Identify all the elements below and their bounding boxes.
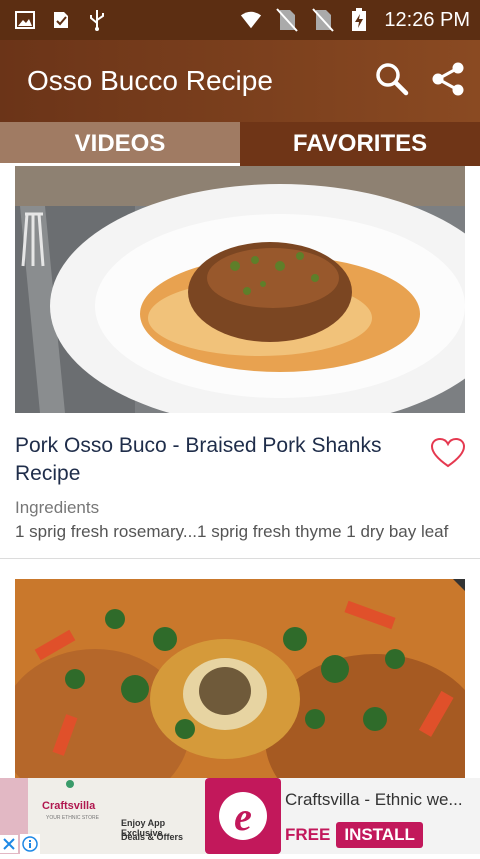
svg-text:e: e (234, 794, 252, 839)
recipe-card-2[interactable] (0, 579, 480, 778)
heart-outline-icon (430, 437, 466, 473)
usb-icon (86, 9, 108, 31)
recipe-ingredients-text: 1 sprig fresh rosemary...1 sprig fresh t… (15, 522, 449, 541)
no-sim-icon-2 (312, 8, 335, 32)
ad-info-icon[interactable] (20, 834, 40, 854)
recipe-ingredients-label: Ingredients (15, 498, 100, 517)
ad-app-icon[interactable]: e (205, 778, 281, 859)
battery-charging-icon (348, 8, 370, 31)
recipe-thumbnail[interactable] (15, 166, 465, 413)
ad-install-button[interactable]: INSTALL (336, 822, 423, 848)
ad-free-label: FREE (285, 825, 331, 844)
recipe-thumbnail-2[interactable] (15, 579, 465, 778)
card-divider (0, 558, 480, 559)
ad-banner[interactable]: Craftsvilla YOUR ETHNIC STORE Enjoy App … (0, 778, 480, 854)
favorite-button[interactable] (425, 432, 466, 473)
search-icon (375, 62, 409, 101)
recipe-card[interactable]: Pork Osso Buco - Braised Pork Shanks Rec… (0, 166, 480, 542)
download-done-icon (50, 9, 72, 31)
share-icon (430, 61, 466, 102)
ad-banner-line-2: Deals & Offers (121, 832, 184, 842)
status-bar: 12:26 PM (0, 0, 480, 40)
recipe-title[interactable]: Pork Osso Buco - Braised Pork Shanks Rec… (15, 432, 425, 488)
ad-brand-tagline: YOUR ETHNIC STORE (46, 815, 99, 821)
recipe-list[interactable]: Pork Osso Buco - Braised Pork Shanks Rec… (0, 166, 480, 778)
wifi-icon (240, 9, 262, 31)
app-bar: Osso Bucco Recipe (0, 40, 480, 122)
tab-videos-label: VIDEOS (74, 130, 166, 157)
ad-promo-image[interactable]: Craftsvilla YOUR ETHNIC STORE Enjoy App … (0, 778, 205, 854)
tab-favorites-label: FAVORITES (292, 130, 428, 157)
no-sim-icon (276, 8, 299, 32)
ad-app-name[interactable]: Craftsvilla - Ethnic we... (285, 790, 480, 810)
ad-close-icon[interactable] (0, 835, 18, 853)
clock: 12:26 PM (384, 8, 470, 31)
tab-bar: VIDEOS FAVORITES (0, 122, 480, 166)
image-notification-icon (14, 9, 36, 31)
search-button[interactable] (372, 61, 412, 101)
tab-videos[interactable]: VIDEOS (0, 122, 240, 166)
ad-brand-logo-text: Craftsvilla (42, 800, 96, 812)
tab-favorites[interactable]: FAVORITES (240, 122, 480, 166)
app-title: Osso Bucco Recipe (27, 65, 273, 96)
share-button[interactable] (428, 61, 468, 101)
